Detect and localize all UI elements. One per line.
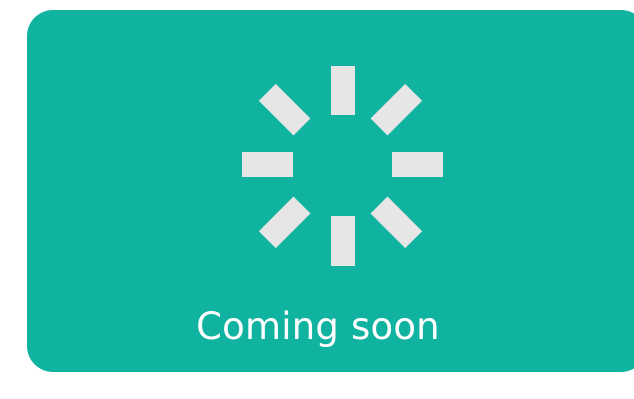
- coming-soon-text: Coming soon: [196, 305, 440, 348]
